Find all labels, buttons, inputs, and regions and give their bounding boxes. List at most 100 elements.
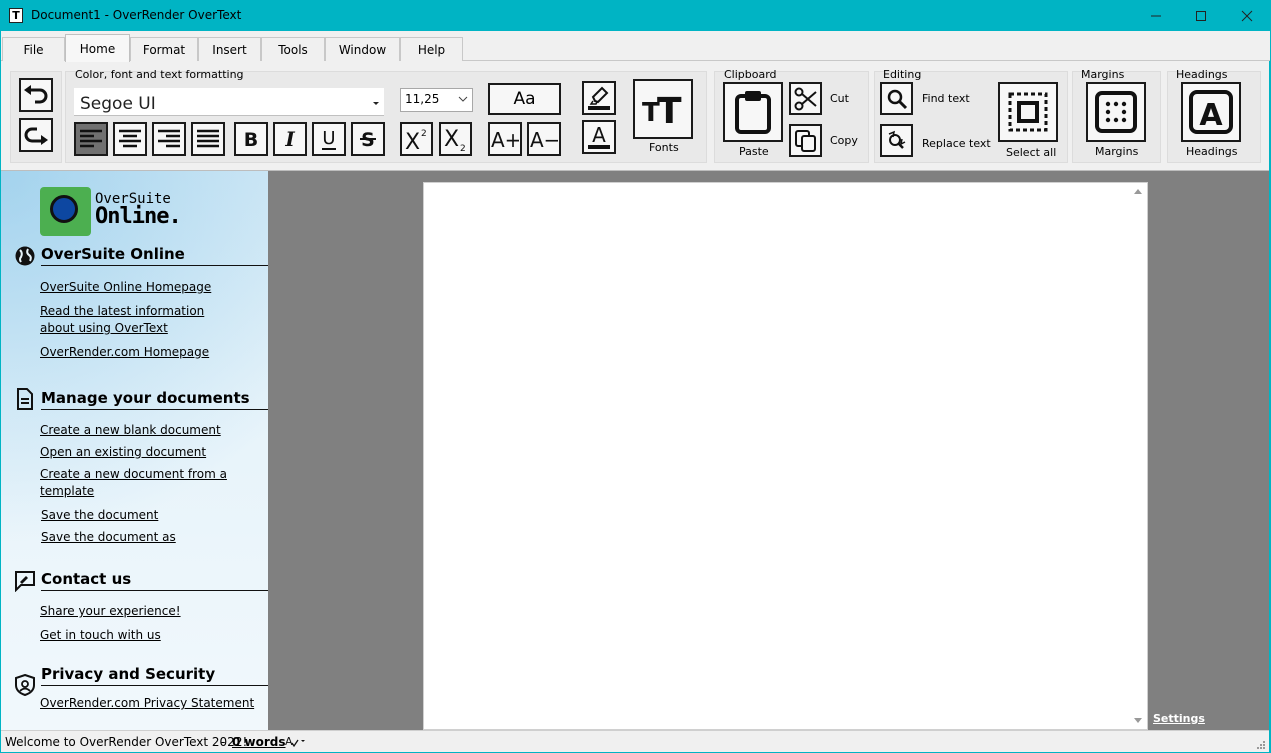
highlight-button[interactable] [582,81,616,115]
word-count[interactable]: 0 words [232,735,286,749]
align-justify-button[interactable] [191,122,225,156]
superscript-icon: X2 [405,129,427,152]
fonts-label: Fonts [649,141,679,154]
tab-tools[interactable]: Tools [261,37,325,61]
margins-button-label: Margins [1095,145,1139,158]
tab-file[interactable]: File [2,37,65,61]
align-justify-icon [197,129,219,148]
link-save-document-as[interactable]: Save the document as [41,529,176,546]
italic-icon: I [284,128,295,150]
document-area: Settings [268,171,1269,730]
maximize-button[interactable] [1178,0,1224,31]
link-new-blank-document[interactable]: Create a new blank document [40,422,221,439]
sidebar: OverSuite Online. OverSuite Online OverS… [1,171,268,730]
font-color-button[interactable]: A [582,120,616,154]
link-open-existing-document[interactable]: Open an existing document [40,444,206,461]
title-bar: T Document1 - OverRender OverText [0,0,1271,31]
tab-window[interactable]: Window [325,37,400,61]
link-save-document[interactable]: Save the document [41,507,158,524]
shield-icon [15,674,35,696]
change-case-button[interactable]: Aa [488,83,561,115]
select-all-button[interactable] [998,82,1058,142]
fonts-button[interactable]: TT [633,79,693,139]
svg-text:I: I [284,128,295,150]
tab-help[interactable]: Help [400,37,463,61]
replace-text-button[interactable] [880,124,913,157]
svg-text:B: B [244,129,258,150]
underline-button[interactable]: U [312,122,346,156]
copy-icon [794,129,816,152]
app-icon: T [9,8,23,23]
section-divider [41,409,268,410]
cut-button[interactable] [789,82,822,115]
logo-text-line2: Online. [95,204,182,229]
spellcheck-icon[interactable]: A [285,734,307,748]
status-separator: - [221,735,226,749]
settings-link[interactable]: Settings [1153,712,1205,725]
copy-button[interactable] [789,124,822,157]
minimize-button[interactable] [1133,0,1179,31]
scissors-icon [794,87,817,110]
font-size-value: 11,25 [405,92,440,106]
svg-text:2: 2 [460,144,466,152]
document-page[interactable] [423,182,1148,730]
link-oversuite-homepage[interactable]: OverSuite Online Homepage [40,279,211,296]
align-right-button[interactable] [152,122,186,156]
find-text-button[interactable] [880,82,913,115]
clipboard-group-label: Clipboard [724,68,777,81]
decrease-font-size-button[interactable]: A− [527,122,561,156]
change-case-label: Aa [513,89,536,109]
link-share-experience[interactable]: Share your experience! [40,603,181,620]
align-center-button[interactable] [113,122,147,156]
increase-font-icon: A+ [491,128,519,151]
link-privacy-statement[interactable]: OverRender.com Privacy Statement [40,695,254,712]
margins-button[interactable] [1086,82,1146,142]
ribbon: Color, font and text formatting Segoe UI… [1,61,1269,171]
increase-font-size-button[interactable]: A+ [488,122,522,156]
redo-button[interactable] [19,118,53,152]
svg-text:A: A [592,123,606,147]
undo-icon [24,85,48,104]
app-window: T Document1 - OverRender OverText File H… [0,0,1271,753]
tab-insert[interactable]: Insert [198,37,261,61]
section-divider [41,590,268,591]
strikethrough-button[interactable]: S [351,122,385,156]
paste-button[interactable] [723,82,783,142]
highlighter-icon [588,86,610,110]
subscript-button[interactable]: X2 [439,122,472,156]
scroll-down-arrow-icon[interactable] [1133,717,1143,725]
font-size-field[interactable]: 11,25 [400,88,473,112]
link-latest-information[interactable]: Read the latest information [40,303,204,320]
formatting-group-label: Color, font and text formatting [75,68,244,81]
headings-button[interactable]: A [1181,82,1241,142]
align-left-button[interactable] [74,122,108,156]
scroll-up-arrow-icon[interactable] [1133,187,1143,195]
tab-format[interactable]: Format [130,37,198,61]
find-text-label: Find text [922,92,970,105]
svg-text:A−: A− [530,128,558,151]
editing-group-label: Editing [883,68,922,81]
link-latest-information-line2[interactable]: about using OverText [40,320,168,337]
undo-button[interactable] [19,78,53,112]
italic-button[interactable]: I [273,122,307,156]
paste-label: Paste [739,145,769,158]
section-title-privacy-security: Privacy and Security [41,665,216,683]
superscript-button[interactable]: X2 [400,122,433,156]
svg-text:A: A [1199,98,1223,133]
undo-redo-group [10,71,62,163]
font-name-field[interactable]: Segoe UI [74,88,384,116]
close-button[interactable] [1224,0,1270,31]
align-left-icon [80,129,102,148]
headings-button-label: Headings [1186,145,1238,158]
link-overrender-homepage[interactable]: OverRender.com Homepage [40,344,209,361]
link-new-from-template[interactable]: Create a new document from a [40,466,227,483]
section-divider [41,685,268,686]
align-right-icon [158,129,180,148]
link-new-from-template-line2[interactable]: template [40,483,94,500]
tab-home[interactable]: Home [65,34,130,62]
resize-grip-icon[interactable] [1256,740,1266,750]
fonts-icon: TT [642,91,682,127]
link-get-in-touch[interactable]: Get in touch with us [40,627,161,644]
svg-text:U: U [322,128,335,149]
bold-button[interactable]: B [234,122,268,156]
